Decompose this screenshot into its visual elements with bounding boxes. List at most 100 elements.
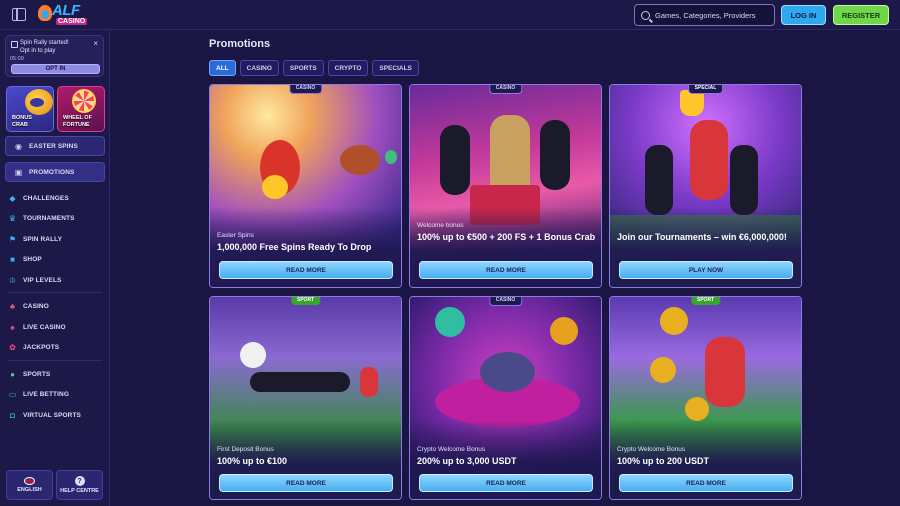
rally-title: Spin Rally started! <box>20 40 69 46</box>
trophy-icon: ♛ <box>8 213 17 223</box>
crown-icon: ♔ <box>8 275 17 285</box>
card-badge: SPECIAL <box>687 85 724 94</box>
card-subtitle: Easter Spins <box>217 232 254 239</box>
shop-bag-icon: ■ <box>10 254 15 264</box>
read-more-button[interactable]: READ MORE <box>219 474 393 492</box>
live-screen-icon: ▭ <box>8 389 17 399</box>
read-more-button[interactable]: READ MORE <box>419 261 593 279</box>
flag-icon: ⚑ <box>8 234 17 244</box>
help-label: HELP CENTRE <box>60 488 99 494</box>
sidebar-item-shop[interactable]: ■ SHOP <box>8 252 42 266</box>
wheel-icon <box>72 89 96 113</box>
jackpot-icon: ✿ <box>9 342 16 352</box>
sidebar-item-label: LIVE BETTING <box>23 390 69 398</box>
mascot-icon <box>38 5 52 21</box>
sidebar-item-label: VIRTUAL SPORTS <box>23 411 81 419</box>
card-title: Join our Tournaments – win €6,000,000! <box>617 232 787 242</box>
sidebar-item-label: SPIN RALLY <box>23 235 63 243</box>
sidebar-item-label: LIVE CASINO <box>23 323 66 331</box>
sidebar-item-live-betting[interactable]: ▭ LIVE BETTING <box>8 387 69 401</box>
sidebar-item-label: SHOP <box>23 255 42 263</box>
sidebar-item-casino[interactable]: ♣ CASINO <box>8 299 49 313</box>
football-icon: ● <box>10 369 15 379</box>
promo-card-tournaments[interactable]: SPECIAL Join our Tournaments – win €6,00… <box>609 84 802 288</box>
bodyguard-figure <box>730 145 758 215</box>
filter-specials[interactable]: SPECIALS <box>372 60 419 76</box>
page-title: Promotions <box>209 38 271 50</box>
read-more-button[interactable]: READ MORE <box>619 474 793 492</box>
filter-casino[interactable]: CASINO <box>239 60 279 76</box>
sidebar-item-tournaments[interactable]: ♛ TOURNAMENTS <box>8 211 75 225</box>
language-label: ENGLISH <box>17 487 42 493</box>
sidebar-item-label: JACKPOTS <box>23 343 60 351</box>
card-badge: CASINO <box>488 297 523 306</box>
card-title: 100% up to €500 + 200 FS + 1 Bonus Crab <box>417 232 596 242</box>
play-now-button[interactable]: PLAY NOW <box>619 261 793 279</box>
card-title: 100% up to 200 USDT <box>617 456 710 466</box>
card-title: 200% up to 3,000 USDT <box>417 456 517 466</box>
login-button[interactable]: LOG IN <box>781 5 826 25</box>
search-icon <box>641 10 650 20</box>
tether-coin-icon <box>650 357 676 383</box>
filter-all[interactable]: ALL <box>209 60 236 76</box>
challenges-icon: ◆ <box>9 193 16 203</box>
read-more-button[interactable]: READ MORE <box>219 261 393 279</box>
sidebar-item-virtual-sports[interactable]: ◘ VIRTUAL SPORTS <box>8 408 81 422</box>
sidebar-item-label: VIP LEVELS <box>23 276 62 284</box>
search-input[interactable]: Games, Categories, Providers <box>634 4 775 26</box>
sidebar-item-label: TOURNAMENTS <box>23 214 75 222</box>
promo-card-first-deposit[interactable]: SPORT First Deposit Bonus 100% up to €10… <box>209 296 402 500</box>
mascot-figure <box>690 120 728 200</box>
promo-card-welcome-bonus[interactable]: CASINO Welcome bonus 100% up to €500 + 2… <box>409 84 602 288</box>
sidebar-item-vip-levels[interactable]: ♔ VIP LEVELS <box>8 273 61 287</box>
help-centre-button[interactable]: ? HELP CENTRE <box>56 470 103 500</box>
sidebar-item-challenges[interactable]: ◆ CHALLENGES <box>8 191 69 205</box>
logo-subtext: CASINO <box>56 18 88 25</box>
bonus-crab-tile[interactable]: BONUS CRAB <box>6 86 54 132</box>
filter-crypto[interactable]: CRYPTO <box>327 60 369 76</box>
bodyguard-figure <box>540 120 570 190</box>
bodyguard-figure <box>440 125 470 195</box>
sidebar-item-jackpots[interactable]: ✿ JACKPOTS <box>8 340 59 354</box>
card-subtitle: Welcome bonus <box>417 222 464 229</box>
gift-icon: ▣ <box>14 167 23 177</box>
sidebar-item-label: EASTER SPINS <box>29 142 78 150</box>
read-more-button[interactable]: READ MORE <box>419 474 593 492</box>
opt-in-button[interactable]: OPT IN <box>11 64 100 74</box>
card-badge: SPORT <box>290 297 321 305</box>
wheel-label: WHEEL OF FORTUNE <box>63 115 92 128</box>
rally-icon <box>11 41 18 48</box>
bonus-crab-label: BONUS CRAB <box>12 115 32 128</box>
mascot-figure <box>360 367 378 397</box>
card-title: 1,000,000 Free Spins Ready To Drop <box>217 242 372 252</box>
golden-egg-icon <box>262 175 288 199</box>
sidebar-item-easter-spins[interactable]: ◉ EASTER SPINS <box>5 136 105 156</box>
sidebar-item-sports[interactable]: ● SPORTS <box>8 367 50 381</box>
promo-card-easter-spins[interactable]: CASINO Easter Spins 1,000,000 Free Spins… <box>209 84 402 288</box>
promo-card-crypto-casino[interactable]: CASINO Crypto Welcome Bonus 200% up to 3… <box>409 296 602 500</box>
card-subtitle: First Deposit Bonus <box>217 446 274 453</box>
promo-card-crypto-sport[interactable]: SPORT Crypto Welcome Bonus 100% up to 20… <box>609 296 802 500</box>
sidebar-toggle-icon[interactable] <box>12 8 26 21</box>
close-icon[interactable]: × <box>93 39 98 48</box>
help-icon: ? <box>74 476 85 486</box>
rally-timer: 05:09 <box>10 56 24 62</box>
mascot-figure <box>705 337 745 407</box>
sidebar-item-spin-rally[interactable]: ⚑ SPIN RALLY <box>8 232 62 246</box>
promo-filter-tabs: ALL CASINO SPORTS CRYPTO SPECIALS <box>209 60 419 76</box>
bitcoin-coin-icon <box>660 307 688 335</box>
rally-subtitle: Opt in to play <box>20 48 56 54</box>
wheel-of-fortune-tile[interactable]: WHEEL OF FORTUNE <box>57 86 105 132</box>
top-bar: ALF CASINO Games, Categories, Providers … <box>0 0 900 30</box>
sidebar-divider <box>8 292 102 293</box>
egg-icon <box>385 150 397 164</box>
language-button[interactable]: ENGLISH <box>6 470 53 500</box>
ethereum-coin-icon <box>685 397 709 421</box>
card-title: 100% up to €100 <box>217 456 288 466</box>
filter-sports[interactable]: SPORTS <box>282 60 324 76</box>
alf-casino-logo[interactable]: ALF CASINO <box>38 2 88 28</box>
sidebar-item-live-casino[interactable]: ♠ LIVE CASINO <box>8 320 66 334</box>
register-button[interactable]: REGISTER <box>833 5 889 25</box>
sidebar-item-promotions[interactable]: ▣ PROMOTIONS <box>5 162 105 182</box>
ufo-dome <box>480 352 535 392</box>
